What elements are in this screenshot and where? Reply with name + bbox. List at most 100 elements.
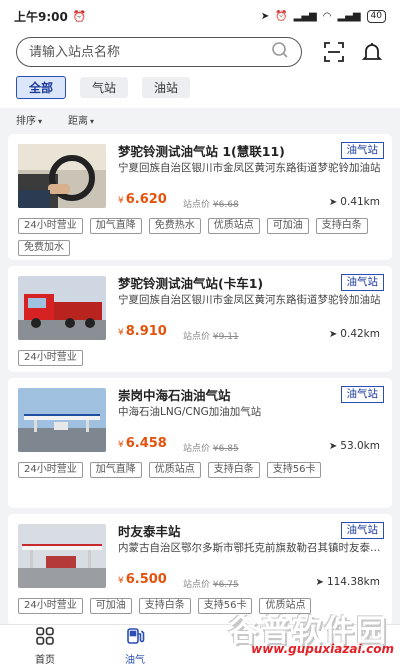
price-value: 8.910 bbox=[125, 324, 167, 339]
bell-icon[interactable] bbox=[360, 40, 384, 64]
caret-down-icon: ▾ bbox=[90, 116, 95, 126]
wifi-icon: ◠ bbox=[322, 10, 332, 22]
distance-value: 0.42km bbox=[340, 328, 380, 340]
station-tags: 24小时营业 可加油 支持白条 支持56卡 优质站点 bbox=[18, 598, 388, 614]
distance-value: 0.41km bbox=[340, 196, 380, 208]
signal-2-icon: ▂▄▆ bbox=[337, 10, 361, 22]
filter-oil[interactable]: 油站 bbox=[142, 76, 191, 98]
sort-label: 排序 bbox=[16, 115, 36, 127]
tag: 支持白条 bbox=[207, 462, 260, 478]
tag: 支持56卡 bbox=[197, 598, 253, 614]
list-price: 站点价 ¥6.85 bbox=[183, 444, 239, 454]
search-box[interactable] bbox=[16, 37, 302, 67]
station-address: 宁夏回族自治区银川市金凤区黄河东路街道梦驼铃加油站 bbox=[118, 294, 381, 306]
station-tags: 24小时营业 加气直降 优质站点 支持白条 支持56卡 bbox=[18, 462, 388, 478]
tag: 可加油 bbox=[89, 598, 132, 614]
tag: 免费热水 bbox=[148, 218, 201, 234]
search-input[interactable] bbox=[29, 44, 271, 60]
sort-dropdown[interactable]: 排序 ▾ bbox=[16, 112, 42, 127]
station-distance[interactable]: ➤ 0.42km bbox=[329, 328, 380, 340]
station-type-badge: 油气站 bbox=[340, 386, 384, 403]
station-address: 宁夏回族自治区银川市金凤区黄河东路街道梦驼铃加油站 bbox=[118, 162, 381, 174]
tag: 24小时营业 bbox=[18, 218, 83, 234]
tag: 支持白条 bbox=[138, 598, 191, 614]
station-name: 梦驼铃测试油气站 1(慧联11) bbox=[118, 144, 285, 159]
caret-down-icon: ▾ bbox=[38, 116, 43, 126]
station-tags: 24小时营业 加气直降 免费热水 优质站点 可加油 支持白条 免费加水 bbox=[18, 218, 388, 256]
tab-label: 首页 bbox=[35, 654, 55, 666]
status-bar: 上午9:00 ⏰ ➤ ⏰ ▂▄▆ ◠ ▂▄▆ 40 bbox=[0, 0, 400, 32]
station-name: 崇岗中海石油油气站 bbox=[118, 388, 231, 403]
station-photo bbox=[18, 144, 106, 208]
distance-value: 114.38km bbox=[326, 576, 380, 588]
station-distance[interactable]: ➤ 114.38km bbox=[316, 576, 380, 588]
alarm-icon: ⏰ bbox=[72, 9, 87, 23]
tag: 可加油 bbox=[266, 218, 309, 234]
station-card[interactable]: 时友泰丰站 油气站 内蒙古自治区鄂尔多斯市鄂托克前旗敖勒召其镇时友泰丰站 ¥6.… bbox=[8, 514, 392, 626]
bottom-tab-bar: 首页 油气 bbox=[0, 624, 400, 666]
scan-icon[interactable] bbox=[322, 40, 346, 64]
station-address: 内蒙古自治区鄂尔多斯市鄂托克前旗敖勒召其镇时友泰丰站 bbox=[118, 542, 386, 554]
tag: 支持56卡 bbox=[266, 462, 322, 478]
station-photo bbox=[18, 276, 106, 340]
signal-icon: ▂▄▆ bbox=[293, 10, 317, 22]
distance-dropdown[interactable]: 距离 ▾ bbox=[68, 112, 94, 127]
tab-home[interactable]: 首页 bbox=[0, 625, 90, 666]
navigate-icon: ➤ bbox=[328, 441, 338, 452]
list-price: 站点价 ¥6.68 bbox=[183, 200, 239, 210]
navigate-icon: ➤ bbox=[328, 197, 338, 208]
list-price-label: 站点价 bbox=[183, 580, 211, 590]
tag: 免费加水 bbox=[18, 240, 70, 256]
station-price: ¥8.910 bbox=[118, 324, 167, 339]
station-card[interactable]: 崇岗中海石油油气站 油气站 中海石油LNG/CNG加油加气站 ¥6.458 站点… bbox=[8, 378, 392, 508]
tag: 优质站点 bbox=[259, 598, 312, 614]
station-type-badge: 油气站 bbox=[340, 274, 384, 291]
price-value: 6.620 bbox=[125, 192, 167, 207]
grid-icon bbox=[35, 626, 55, 649]
station-price: ¥6.500 bbox=[118, 572, 167, 587]
fuel-pump-icon bbox=[125, 626, 145, 649]
station-photo bbox=[18, 524, 106, 588]
list-price: 站点价 ¥9.11 bbox=[183, 332, 239, 342]
navigate-icon: ➤ bbox=[315, 577, 324, 588]
search-icon[interactable] bbox=[271, 41, 289, 63]
navigate-icon: ➤ bbox=[328, 329, 338, 340]
tab-label: 油气 bbox=[125, 654, 145, 666]
battery-icon: 40 bbox=[366, 9, 386, 23]
sort-bar: 排序 ▾ 距离 ▾ bbox=[0, 108, 400, 130]
tag: 24小时营业 bbox=[18, 350, 83, 366]
station-address: 中海石油LNG/CNG加油加气站 bbox=[118, 406, 262, 418]
list-price-value: 6.68 bbox=[218, 200, 239, 210]
filter-all[interactable]: 全部 bbox=[16, 75, 67, 99]
location-icon: ➤ bbox=[260, 10, 270, 22]
list-price-label: 站点价 bbox=[183, 332, 211, 342]
station-type-badge: 油气站 bbox=[340, 522, 384, 539]
status-time: 上午9:00 bbox=[14, 9, 68, 24]
tag: 24小时营业 bbox=[18, 598, 83, 614]
list-price-value: 9.11 bbox=[218, 332, 239, 342]
filter-bar: 全部 气站 油站 bbox=[0, 72, 400, 102]
tag: 24小时营业 bbox=[18, 462, 83, 478]
tab-fuel[interactable]: 油气 bbox=[90, 625, 180, 666]
station-type-badge: 油气站 bbox=[340, 142, 384, 159]
station-tags: 24小时营业 bbox=[18, 350, 388, 366]
tag: 加气直降 bbox=[89, 462, 142, 478]
alarm-clock-icon: ⏰ bbox=[275, 10, 288, 22]
tag: 加气直降 bbox=[89, 218, 142, 234]
station-distance[interactable]: ➤ 53.0km bbox=[329, 440, 380, 452]
station-name: 梦驼铃测试油气站(卡车1) bbox=[118, 276, 264, 291]
list-price-value: 6.75 bbox=[218, 580, 239, 590]
station-card[interactable]: 梦驼铃测试油气站(卡车1) 油气站 宁夏回族自治区银川市金凤区黄河东路街道梦驼铃… bbox=[8, 266, 392, 372]
status-icons: ➤ ⏰ ▂▄▆ ◠ ▂▄▆ 40 bbox=[260, 9, 386, 23]
station-price: ¥6.458 bbox=[118, 436, 167, 451]
tag: 优质站点 bbox=[207, 218, 260, 234]
tag: 支持白条 bbox=[315, 218, 368, 234]
filter-gas[interactable]: 气站 bbox=[80, 76, 129, 98]
distance-value: 53.0km bbox=[340, 440, 380, 452]
station-card[interactable]: 梦驼铃测试油气站 1(慧联11) 油气站 宁夏回族自治区银川市金凤区黄河东路街道… bbox=[8, 134, 392, 260]
station-name: 时友泰丰站 bbox=[118, 524, 181, 539]
station-price: ¥6.620 bbox=[118, 192, 167, 207]
station-distance[interactable]: ➤ 0.41km bbox=[329, 196, 380, 208]
list-price-label: 站点价 bbox=[183, 444, 211, 454]
list-price: 站点价 ¥6.75 bbox=[183, 580, 239, 590]
